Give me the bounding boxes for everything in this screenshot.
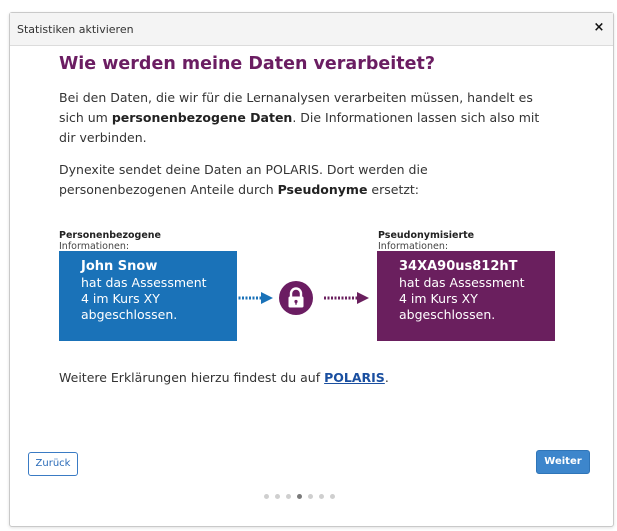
pager-dot[interactable] bbox=[297, 494, 302, 499]
dialog-title: Statistiken aktivieren bbox=[17, 23, 134, 36]
back-button[interactable]: Zurück bbox=[28, 452, 78, 476]
page-title: Wie werden meine Daten verarbeitet? bbox=[59, 54, 436, 74]
pager-dot[interactable] bbox=[319, 494, 324, 499]
intro-paragraph: Bei den Daten, die wir für die Lernanaly… bbox=[59, 90, 540, 145]
close-icon[interactable]: × bbox=[591, 20, 607, 36]
pager-dot[interactable] bbox=[330, 494, 335, 499]
pager-dot[interactable] bbox=[275, 494, 280, 499]
personal-info-box: John Snow hat das Assessment 4 im Kurs X… bbox=[59, 251, 237, 341]
pseudonym-paragraph: Dynexite sendet deine Daten an POLARIS. … bbox=[59, 162, 428, 197]
pseudonymized-info-label: Pseudonymisierte Informationen: bbox=[378, 230, 475, 252]
polaris-link[interactable]: POLARIS bbox=[324, 370, 385, 385]
pseudonymized-info-box: 34XA90us812hT hat das Assessment 4 im Ku… bbox=[377, 251, 555, 341]
pager bbox=[264, 493, 335, 501]
personal-info-label: Personenbezogene Informationen: bbox=[59, 230, 161, 252]
arrow-right-icon bbox=[324, 292, 369, 304]
pager-dot[interactable] bbox=[264, 494, 269, 499]
dialog-header: Statistiken aktivieren × bbox=[10, 13, 613, 46]
next-button[interactable]: Weiter bbox=[536, 450, 590, 474]
pager-dot[interactable] bbox=[308, 494, 313, 499]
arrow-right-icon bbox=[228, 292, 273, 304]
user-name: John Snow bbox=[81, 259, 158, 274]
pseudonym: 34XA90us812hT bbox=[399, 259, 518, 274]
lock-icon bbox=[279, 281, 313, 315]
pager-dot[interactable] bbox=[286, 494, 291, 499]
bold-text: personenbezogene Daten bbox=[111, 110, 293, 125]
bold-text: Pseudonyme bbox=[277, 182, 368, 197]
further-info-text: Weitere Erklärungen hierzu findest du au… bbox=[59, 370, 389, 385]
